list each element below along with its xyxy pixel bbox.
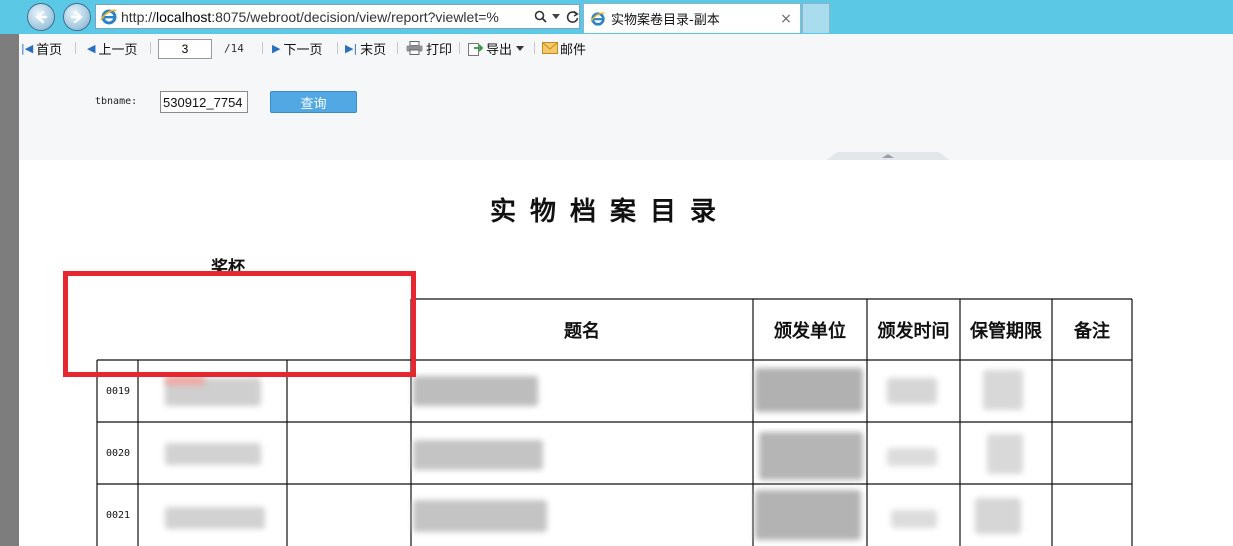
redacted-cell	[887, 378, 937, 404]
column-header-issuer: 颁发单位	[774, 320, 846, 342]
new-tab-button[interactable]	[802, 3, 830, 33]
query-button[interactable]: 查询	[270, 91, 357, 113]
report-toolbar: |◀首页 ◀上一页 /14 ▶下一页 ▶|末页 打印	[19, 34, 1233, 160]
column-header-remarks: 备注	[1074, 320, 1110, 342]
redacted-cell	[755, 490, 861, 540]
printer-icon	[406, 41, 423, 55]
address-bar[interactable]: http://localhost:8075/webroot/decision/v…	[95, 4, 580, 29]
next-page-icon: ▶	[272, 41, 281, 55]
toolbar-separator	[459, 42, 460, 54]
redacted-cell	[165, 377, 205, 385]
redacted-cell	[165, 507, 265, 529]
report-page: 实物档案目录 奖杯 题名 颁发单位 颁发时间 保管期限 备注 0019 0020…	[19, 160, 1233, 546]
first-page-icon: |◀	[21, 41, 34, 55]
url-text: http://localhost:8075/webroot/decision/v…	[121, 8, 499, 25]
next-page-button[interactable]: ▶ 下一页	[272, 39, 322, 58]
toolbar-separator	[397, 42, 398, 54]
prev-page-icon: ◀	[87, 41, 96, 55]
browser-chrome: http://localhost:8075/webroot/decision/v…	[0, 0, 1233, 34]
forward-icon	[70, 10, 83, 24]
last-page-button[interactable]: ▶| 末页	[345, 39, 386, 58]
row-number: 0020	[105, 447, 131, 459]
print-button[interactable]: 打印	[406, 39, 452, 58]
toolbar-separator	[337, 42, 338, 54]
redacted-cell	[975, 498, 1021, 534]
collapse-handle-icon[interactable]	[827, 151, 949, 160]
ie-icon	[100, 9, 117, 24]
redacted-cell	[987, 434, 1023, 474]
redacted-cell	[759, 432, 863, 480]
export-icon	[468, 42, 484, 56]
row-number: 0021	[105, 509, 131, 521]
search-icon[interactable]	[533, 9, 547, 25]
redacted-cell	[891, 510, 937, 528]
redacted-cell	[755, 368, 863, 412]
column-header-issue-date: 颁发时间	[877, 320, 950, 342]
forward-button[interactable]	[63, 3, 91, 31]
highlight-box	[63, 271, 416, 377]
mail-button[interactable]: 邮件	[542, 39, 586, 58]
column-header-title: 题名	[564, 320, 600, 342]
mail-icon	[542, 42, 558, 54]
tab-ie-icon	[590, 11, 605, 26]
prev-page-button[interactable]: ◀ 上一页	[87, 39, 137, 58]
page-number-input[interactable]	[158, 39, 212, 59]
redacted-cell	[983, 370, 1023, 410]
total-pages: /14	[224, 42, 244, 55]
chevron-down-icon	[516, 45, 525, 51]
tbname-label: tbname:	[95, 96, 138, 107]
dropdown-icon[interactable]	[549, 9, 563, 25]
browser-tab[interactable]: 实物案卷目录-副本 ×	[583, 3, 801, 33]
back-button[interactable]	[27, 3, 55, 31]
close-icon[interactable]: ×	[778, 11, 794, 27]
first-page-button[interactable]: |◀ 首页	[21, 39, 62, 58]
toolbar-separator	[262, 42, 263, 54]
redacted-cell	[413, 500, 547, 532]
tbname-input[interactable]	[160, 91, 248, 113]
redacted-cell	[413, 376, 538, 406]
pager-row: |◀首页 ◀上一页 /14 ▶下一页 ▶|末页 打印	[19, 36, 1233, 60]
column-header-retention: 保管期限	[970, 320, 1042, 342]
screen: http://localhost:8075/webroot/decision/v…	[0, 0, 1233, 546]
redacted-cell	[887, 448, 937, 466]
back-icon	[35, 10, 48, 24]
refresh-icon[interactable]	[565, 9, 579, 25]
tab-title: 实物案卷目录-副本	[611, 13, 720, 28]
toolbar-separator	[534, 42, 535, 54]
last-page-icon: ▶|	[345, 41, 358, 55]
redacted-cell	[165, 443, 261, 465]
redacted-cell	[413, 440, 543, 470]
export-button[interactable]: 导出	[468, 39, 525, 58]
window-edge	[0, 34, 19, 546]
toolbar-separator	[75, 42, 76, 54]
toolbar-separator	[150, 42, 151, 54]
